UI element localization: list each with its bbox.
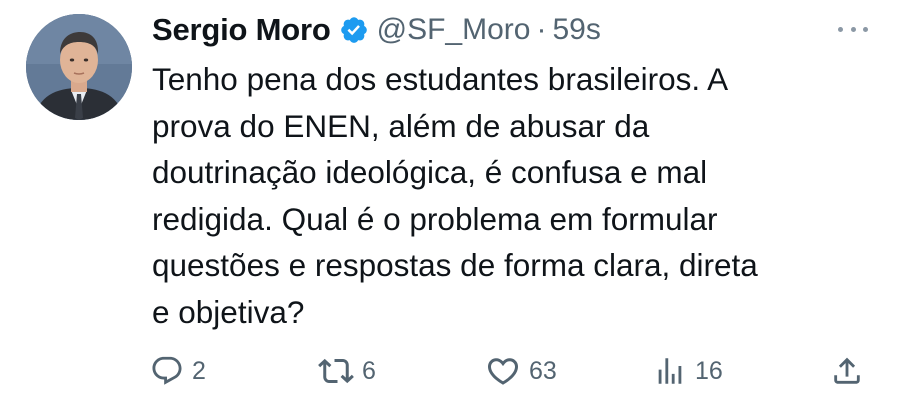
tweet[interactable]: Sergio Moro @SF_Moro · 59s Tenho pena do… (0, 0, 911, 405)
views-count: 16 (695, 356, 723, 385)
reply-count: 2 (192, 356, 206, 385)
separator-dot: · (536, 13, 547, 46)
author-name[interactable]: Sergio Moro (152, 12, 331, 48)
repost-icon (318, 353, 354, 389)
tweet-text: Tenho pena dos estudantes brasileiros. A… (152, 61, 758, 330)
verified-badge-icon (339, 15, 369, 45)
avatar-image (26, 14, 132, 120)
repost-button[interactable]: 6 (318, 350, 376, 392)
reply-icon (150, 354, 184, 388)
more-dot (838, 26, 843, 32)
like-count: 63 (529, 356, 557, 385)
more-dot (863, 26, 868, 32)
author-handle[interactable]: @SF_Moro (377, 13, 531, 47)
action-bar: 2 6 63 16 (150, 350, 880, 392)
views-button[interactable]: 16 (653, 350, 723, 392)
tweet-header: Sergio Moro @SF_Moro · 59s (152, 10, 601, 50)
views-icon (653, 354, 687, 388)
avatar[interactable] (26, 14, 132, 120)
timestamp[interactable]: 59s (552, 13, 600, 47)
repost-count: 6 (362, 356, 376, 385)
more-dot (850, 26, 856, 32)
share-icon (830, 354, 864, 388)
heart-icon (485, 353, 521, 389)
reply-button[interactable]: 2 (150, 350, 206, 392)
more-icon[interactable] (838, 18, 868, 40)
like-button[interactable]: 63 (485, 350, 557, 392)
share-button[interactable] (830, 350, 864, 392)
